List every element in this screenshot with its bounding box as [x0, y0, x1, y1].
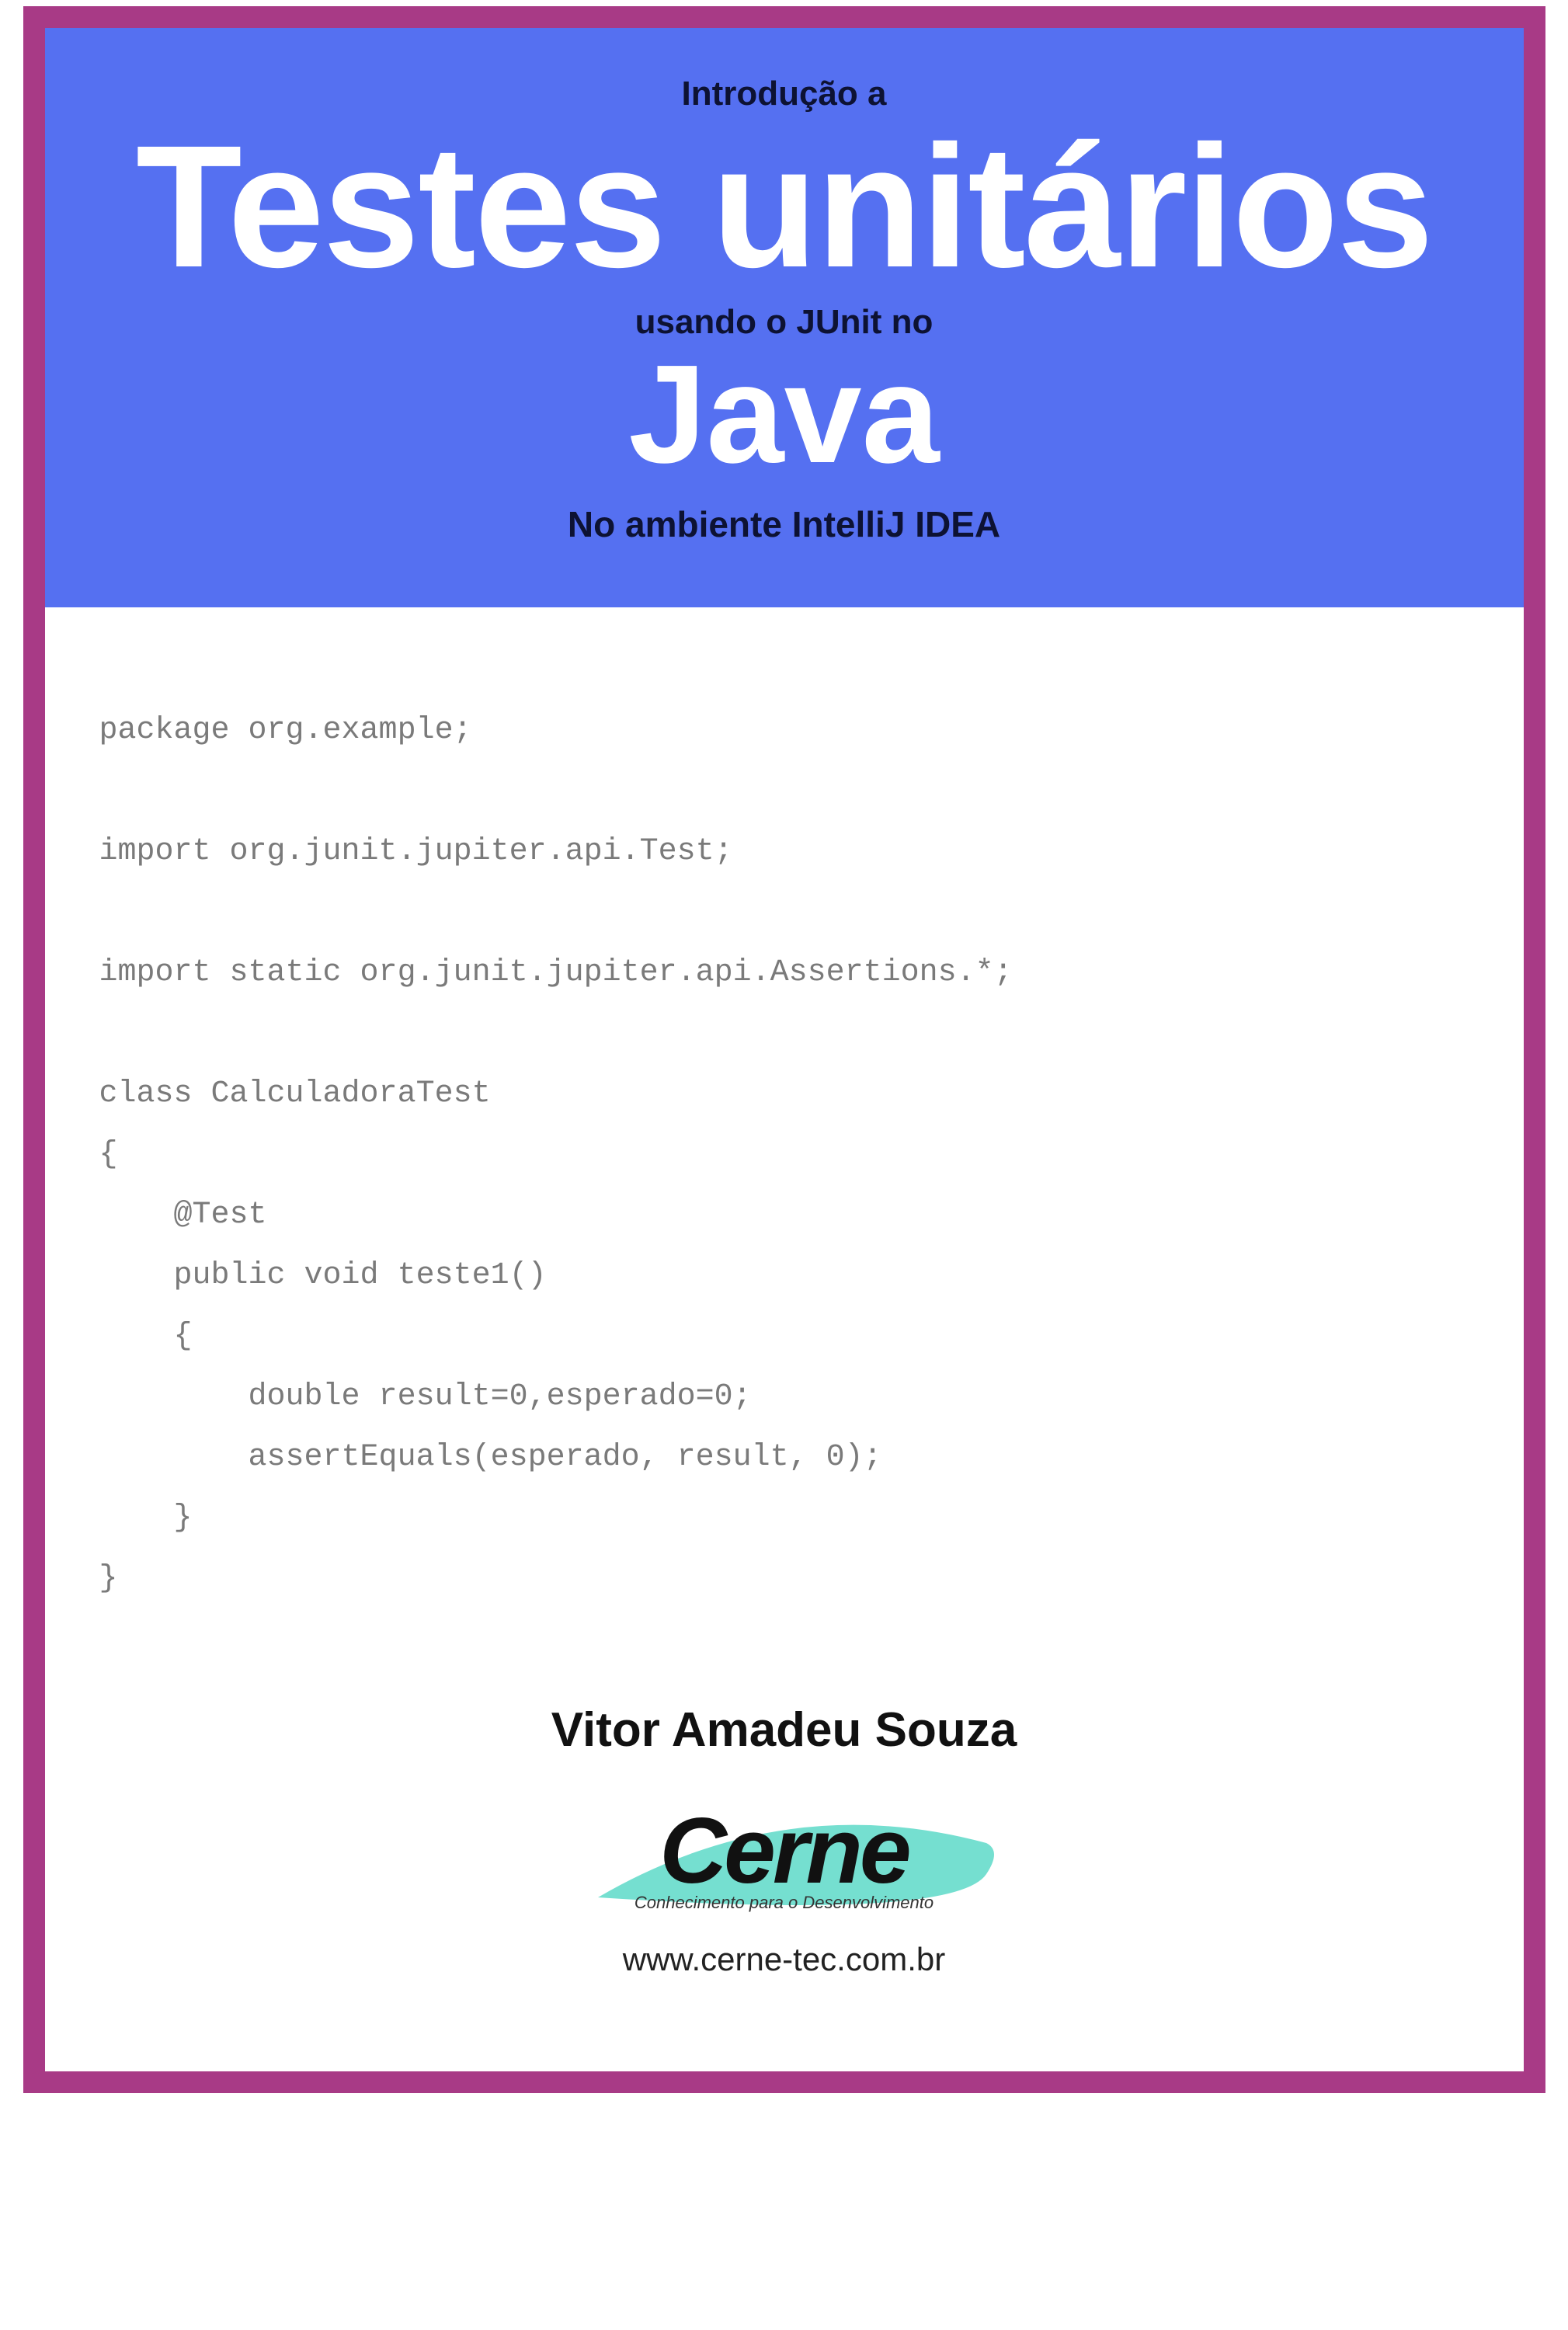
logo: Cerne Conhecimento para o Desenvolviment… — [551, 1796, 1017, 1928]
publisher-url: www.cerne-tec.com.br — [45, 1941, 1524, 1978]
logo-name: Cerne — [551, 1796, 1017, 1897]
supertitle-3: No ambiente IntelliJ IDEA — [76, 503, 1493, 545]
footer: Vitor Amadeu Souza Cerne Conhecimento pa… — [45, 1640, 1524, 2071]
supertitle-1: Introdução a — [76, 75, 1493, 113]
header-band: Introdução a Testes unitários usando o J… — [45, 28, 1524, 607]
logo-tagline: Conhecimento para o Desenvolvimento — [551, 1893, 1017, 1913]
author-name: Vitor Amadeu Souza — [45, 1702, 1524, 1758]
title-1: Testes unitários — [76, 120, 1493, 294]
title-2: Java — [76, 345, 1493, 485]
code-sample: package org.example; import org.junit.ju… — [45, 607, 1524, 1640]
book-cover: Introdução a Testes unitários usando o J… — [23, 6, 1545, 2093]
